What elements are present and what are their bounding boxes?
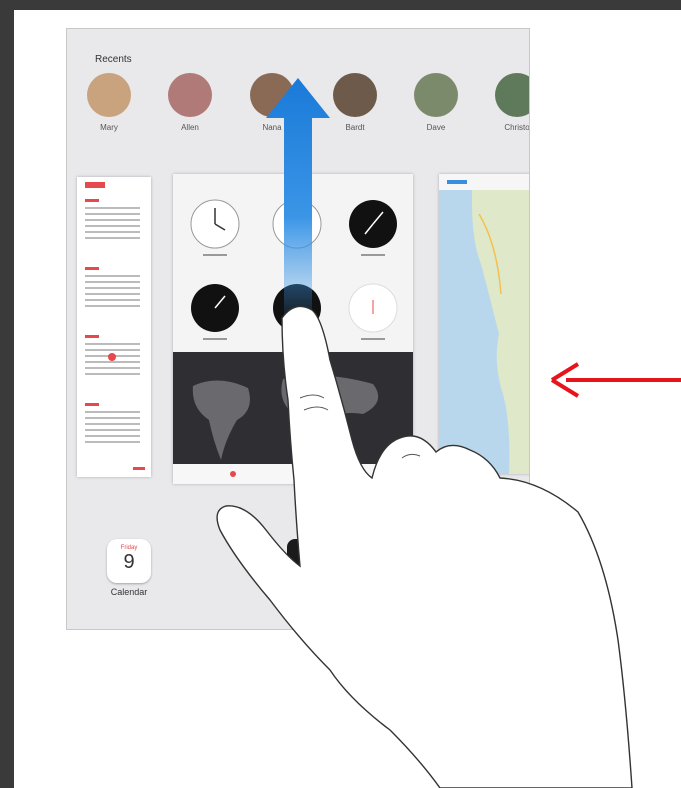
gesture-illustration	[216, 78, 681, 788]
swipe-up-arrow	[266, 78, 330, 330]
